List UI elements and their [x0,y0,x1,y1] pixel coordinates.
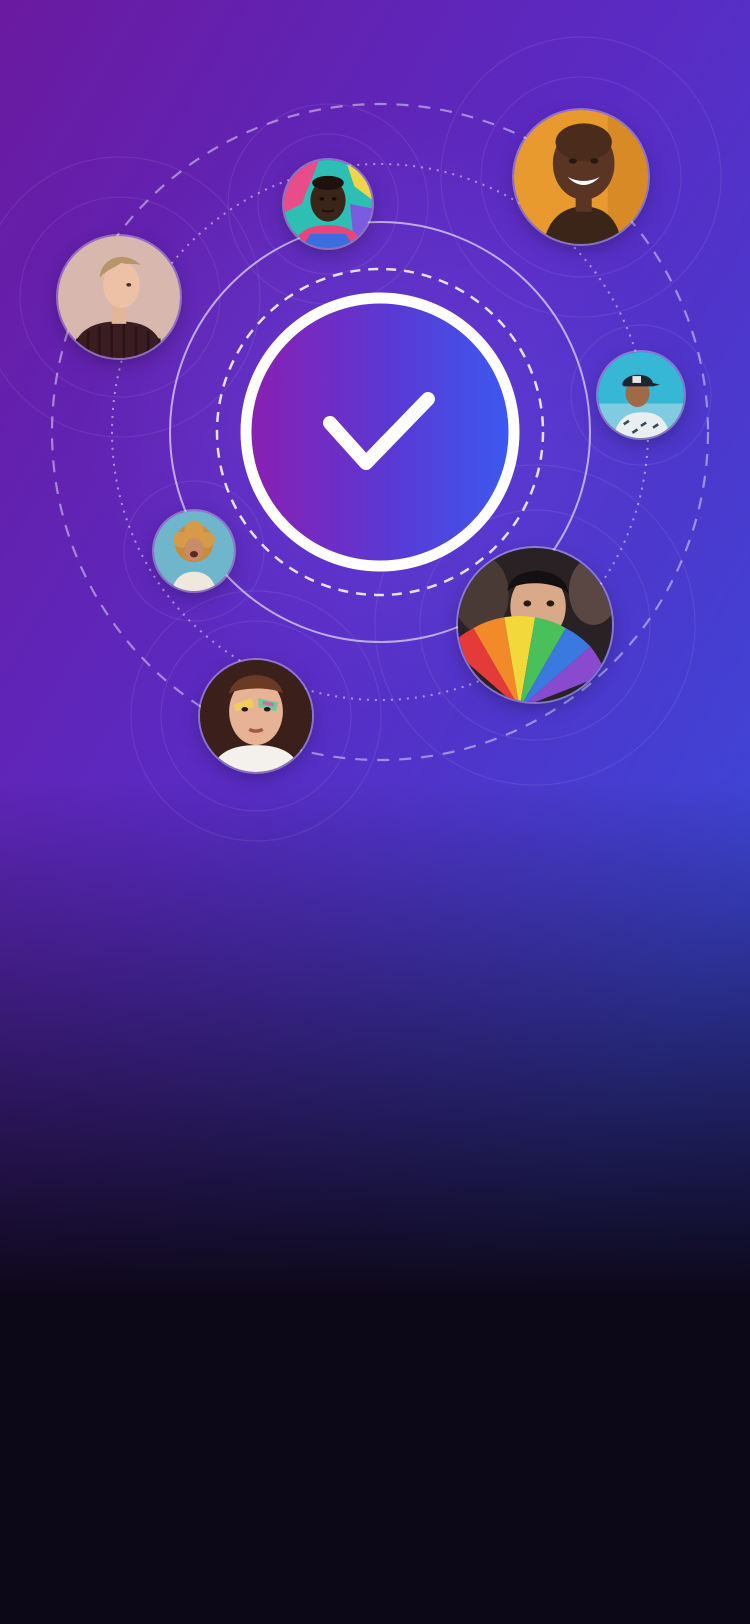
person-photo-icon [514,110,648,244]
avatar-man-cap-sky [598,352,684,438]
person-photo-icon [458,548,612,702]
person-photo-icon [200,660,312,772]
verification-illustration-screen [0,0,750,1624]
person-photo-icon [154,511,234,591]
person-photo-icon [58,236,180,358]
avatar-person-rainbow-fan [458,548,612,702]
avatar-man-graffiti [284,160,372,248]
person-photo-icon [598,352,684,438]
verified-badge [240,292,520,572]
avatar-smiling-woman-orange [514,110,648,244]
avatar-blond-man-sweater [58,236,180,358]
person-photo-icon [284,160,372,248]
avatar-man-rainbow-light [200,660,312,772]
avatar-curly-hair-woman [154,511,234,591]
